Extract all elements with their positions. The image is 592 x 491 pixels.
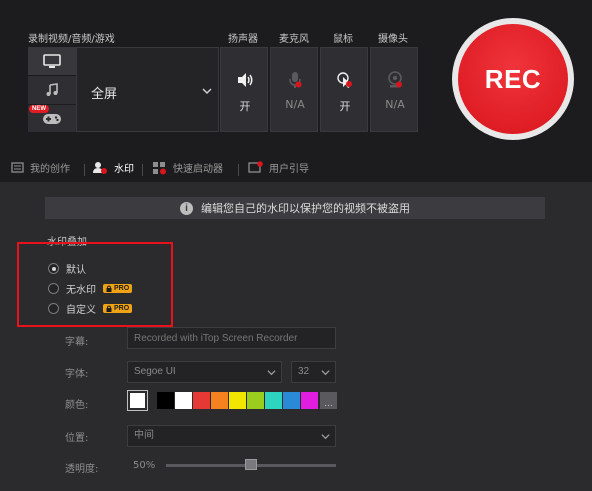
radio-label: 默认 xyxy=(66,265,86,276)
pro-label: PRO xyxy=(114,285,130,292)
color-swatch[interactable] xyxy=(157,392,174,409)
position-label: 位置: xyxy=(65,433,89,444)
screen-mode-dropdown[interactable]: 全屏 xyxy=(76,47,219,132)
speaker-state: 开 xyxy=(239,100,251,113)
tab-divider xyxy=(142,164,143,176)
mic-state: N/A xyxy=(285,98,305,111)
selected-color-swatch[interactable] xyxy=(127,390,148,411)
music-note-icon xyxy=(46,83,58,96)
tab-label: 用户引导 xyxy=(269,164,309,175)
audio-source-button[interactable] xyxy=(28,76,76,104)
color-swatch[interactable] xyxy=(265,392,282,409)
film-icon xyxy=(11,162,24,173)
tab-my-creations[interactable]: 我的创作 xyxy=(11,160,70,175)
position-value: 中间 xyxy=(134,430,154,441)
pro-label: PRO xyxy=(114,305,130,312)
microphone-off-icon xyxy=(283,70,307,90)
speaker-label: 扬声器 xyxy=(228,34,258,45)
bottom-tabs: 我的创作 水印 快速启动器 用户引导 xyxy=(0,158,592,182)
color-label: 颜色: xyxy=(65,400,89,411)
color-swatch[interactable] xyxy=(211,392,228,409)
tab-label: 快速启动器 xyxy=(173,164,223,175)
opacity-value: 50% xyxy=(133,460,156,471)
camera-state: N/A xyxy=(385,98,405,111)
launcher-icon xyxy=(153,161,166,174)
font-select[interactable]: Segoe UI xyxy=(127,361,282,383)
radio-button[interactable] xyxy=(48,303,59,314)
tab-quick-launcher[interactable]: 快速启动器 xyxy=(152,160,223,175)
color-swatch[interactable] xyxy=(193,392,210,409)
pro-badge: PRO xyxy=(103,304,133,313)
chevron-down-icon xyxy=(202,88,212,95)
guide-icon xyxy=(248,160,263,173)
font-value: Segoe UI xyxy=(134,366,176,377)
tab-divider xyxy=(84,164,85,176)
color-swatch[interactable] xyxy=(283,392,300,409)
radio-label: 无水印 xyxy=(66,285,96,296)
speaker-icon xyxy=(233,70,257,90)
text-label: 字幕: xyxy=(65,337,89,348)
tab-label: 我的创作 xyxy=(30,164,70,175)
tab-label: 水印 xyxy=(114,164,134,175)
radio-custom[interactable]: 自定义 PRO xyxy=(48,301,133,316)
position-select[interactable]: 中间 xyxy=(127,425,336,447)
radio-default[interactable]: 默认 xyxy=(48,261,86,276)
tab-divider xyxy=(238,164,239,176)
color-swatch[interactable] xyxy=(301,392,318,409)
screen-source-button[interactable] xyxy=(28,47,76,75)
info-icon: i xyxy=(180,201,193,215)
record-section-label: 录制视频/音频/游戏 xyxy=(28,34,115,45)
tab-user-guide[interactable]: 用户引导 xyxy=(248,160,309,175)
watermark-icon xyxy=(93,161,107,174)
webcam-icon xyxy=(383,70,407,90)
watermark-text-input[interactable] xyxy=(127,327,336,349)
tab-watermark[interactable]: 水印 xyxy=(92,160,134,175)
font-size-select[interactable]: 32 xyxy=(291,361,336,383)
opacity-slider-handle[interactable] xyxy=(245,459,257,470)
radio-no-watermark[interactable]: 无水印 PRO xyxy=(48,281,133,296)
mouse-label: 鼠标 xyxy=(333,34,353,45)
mic-label: 麦克风 xyxy=(279,34,309,45)
color-swatch[interactable] xyxy=(229,392,246,409)
camera-toggle[interactable]: N/A xyxy=(370,47,418,132)
gamepad-icon xyxy=(43,113,61,124)
rec-button[interactable]: REC xyxy=(458,24,568,134)
selected-color-fill xyxy=(130,393,145,408)
chevron-down-icon xyxy=(267,370,276,376)
source-selector: NEW xyxy=(28,47,76,132)
color-swatch[interactable] xyxy=(175,392,192,409)
lock-icon xyxy=(106,305,112,312)
color-swatch[interactable] xyxy=(247,392,264,409)
camera-label: 摄像头 xyxy=(378,34,408,45)
chevron-down-icon xyxy=(321,370,330,376)
font-size-value: 32 xyxy=(298,366,310,377)
opacity-label: 透明度: xyxy=(65,464,99,475)
pro-badge: PRO xyxy=(103,284,133,293)
mouse-toggle[interactable]: 开 xyxy=(320,47,368,132)
screen-mode-value: 全屏 xyxy=(91,87,118,102)
radio-button[interactable] xyxy=(48,263,59,274)
chevron-down-icon xyxy=(321,434,330,440)
cursor-click-icon xyxy=(333,70,357,90)
info-banner-text: 编辑您自己的水印以保护您的视频不被盗用 xyxy=(201,202,410,215)
speaker-toggle[interactable]: 开 xyxy=(220,47,268,132)
info-banner: i 编辑您自己的水印以保护您的视频不被盗用 xyxy=(45,197,545,219)
radio-label: 自定义 xyxy=(66,305,96,316)
font-label: 字体: xyxy=(65,369,89,380)
radio-button[interactable] xyxy=(48,283,59,294)
mouse-state: 开 xyxy=(339,100,351,113)
monitor-icon xyxy=(43,53,61,68)
new-badge: NEW xyxy=(29,105,49,113)
lock-icon xyxy=(106,285,112,292)
mic-toggle[interactable]: N/A xyxy=(270,47,318,132)
more-colors-button[interactable]: ... xyxy=(320,392,337,409)
